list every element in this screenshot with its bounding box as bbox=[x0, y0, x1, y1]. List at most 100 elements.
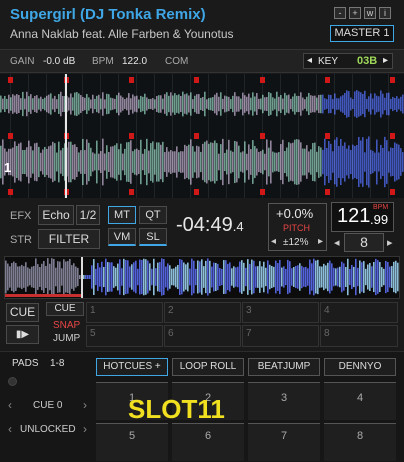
waveform-bar bbox=[288, 94, 290, 114]
beat-grid-line bbox=[136, 74, 137, 198]
transport-pad-6[interactable]: 6 bbox=[164, 325, 241, 347]
key-selector[interactable] bbox=[303, 53, 393, 69]
loop-next-arrow-icon[interactable]: ▸ bbox=[387, 236, 393, 249]
cue-next-chevron-icon[interactable]: › bbox=[83, 398, 87, 412]
waveform-bar bbox=[36, 142, 38, 182]
transport-pad-4[interactable]: 4 bbox=[320, 302, 398, 323]
cue-button[interactable]: CUE bbox=[6, 303, 39, 322]
gain-value[interactable]: -0.0 dB bbox=[43, 56, 75, 67]
track-overview[interactable] bbox=[4, 256, 400, 299]
overview-bar bbox=[173, 268, 175, 286]
snap-label[interactable]: SNAP bbox=[53, 320, 80, 331]
waveform-bar bbox=[268, 92, 270, 116]
key-next-arrow-icon[interactable]: ▸ bbox=[383, 55, 388, 66]
waveform-bar bbox=[360, 140, 362, 184]
waveform-bar bbox=[132, 151, 134, 173]
tab-loop-roll[interactable]: LOOP ROLL bbox=[172, 358, 244, 376]
hotcue-pad-8[interactable]: 8 bbox=[324, 423, 396, 461]
overview-bar bbox=[131, 264, 133, 290]
maximize-button[interactable]: + bbox=[349, 7, 361, 19]
overview-bar bbox=[103, 266, 105, 288]
info-button[interactable]: i bbox=[379, 7, 391, 19]
waveform-bar bbox=[92, 94, 94, 114]
cue-small-button[interactable]: CUE bbox=[46, 302, 84, 316]
waveform-bar bbox=[392, 148, 394, 176]
bpm-display-fraction: .99 bbox=[370, 212, 389, 227]
overview-bar bbox=[163, 259, 165, 295]
overview-bar bbox=[181, 259, 183, 295]
waveform-bar bbox=[2, 98, 4, 110]
overview-bar bbox=[175, 266, 177, 288]
overview-bar bbox=[149, 263, 151, 291]
loop-size[interactable]: 8 bbox=[344, 233, 384, 252]
waveform-bar bbox=[278, 96, 280, 112]
waveform-bar bbox=[146, 138, 148, 186]
hotcue-pad-5[interactable]: 5 bbox=[96, 423, 168, 461]
waveform-bar bbox=[232, 151, 234, 173]
waveform-bar bbox=[44, 146, 46, 178]
pitch-range[interactable]: ±12% bbox=[283, 237, 309, 248]
waveform-bar bbox=[112, 146, 114, 178]
overview-bar bbox=[395, 260, 397, 294]
waveform-bar bbox=[164, 94, 166, 114]
overview-bar bbox=[303, 267, 305, 287]
overview-bar bbox=[359, 260, 361, 294]
waveform-bar bbox=[130, 98, 132, 110]
cue-prev-chevron-icon[interactable]: ‹ bbox=[8, 398, 12, 412]
tab-beatjump[interactable]: BEATJUMP bbox=[248, 358, 320, 376]
overview-bar bbox=[111, 262, 113, 292]
overview-bar bbox=[71, 265, 73, 289]
hotcue-pad-7[interactable]: 7 bbox=[248, 423, 320, 461]
jump-label[interactable]: JUMP bbox=[53, 333, 80, 344]
overview-bar bbox=[191, 258, 193, 296]
hotcue-pad-6[interactable]: 6 bbox=[172, 423, 244, 461]
unlocked-prev-chevron-icon[interactable]: ‹ bbox=[8, 422, 12, 436]
hotcue-pad-4[interactable]: 4 bbox=[324, 382, 396, 420]
overview-bar bbox=[255, 266, 257, 288]
waveform-bar bbox=[102, 92, 104, 116]
overview-bar bbox=[69, 258, 71, 296]
scrolling-waveform[interactable] bbox=[0, 74, 404, 198]
unlocked-label[interactable]: UNLOCKED bbox=[20, 424, 76, 435]
overview-bar bbox=[341, 261, 343, 293]
minimize-button[interactable]: - bbox=[334, 7, 346, 19]
playhead bbox=[65, 74, 67, 198]
transport-pad-3[interactable]: 3 bbox=[242, 302, 319, 323]
key-prev-arrow-icon[interactable]: ◂ bbox=[307, 55, 312, 66]
pitch-down-arrow-icon[interactable]: ◂ bbox=[271, 236, 276, 247]
pitch-label: PITCH bbox=[283, 223, 310, 233]
transport-pad-1[interactable]: 1 bbox=[86, 302, 163, 323]
beat-marker bbox=[325, 189, 330, 195]
master-button[interactable]: MASTER 1 bbox=[330, 25, 394, 42]
overview-bar bbox=[203, 266, 205, 288]
effect-select-button[interactable]: Echo bbox=[38, 205, 74, 225]
vinyl-mode-button[interactable]: VM bbox=[108, 228, 136, 246]
effect-beats-button[interactable]: 1/2 bbox=[76, 205, 100, 225]
cue-selector-value[interactable]: CUE 0 bbox=[33, 400, 62, 411]
overview-bar bbox=[29, 268, 31, 286]
loop-prev-arrow-icon[interactable]: ◂ bbox=[334, 236, 340, 249]
transport-pad-2[interactable]: 2 bbox=[164, 302, 241, 323]
overview-bar bbox=[107, 262, 109, 292]
waveform-toggle-button[interactable]: w bbox=[364, 7, 376, 19]
waveform-bar bbox=[356, 144, 358, 180]
quantize-button[interactable]: QT bbox=[139, 206, 167, 224]
play-pause-button[interactable]: ▮▶ bbox=[6, 325, 39, 344]
hotcue-pad-3[interactable]: 3 bbox=[248, 382, 320, 420]
unlocked-next-chevron-icon[interactable]: › bbox=[83, 422, 87, 436]
pitch-up-arrow-icon[interactable]: ▸ bbox=[318, 236, 323, 247]
transport-pad-8[interactable]: 8 bbox=[320, 325, 398, 347]
waveform-bar bbox=[182, 151, 184, 173]
master-tempo-button[interactable]: MT bbox=[108, 206, 136, 224]
waveform-bar bbox=[256, 93, 258, 115]
tab-hotcues[interactable]: HOTCUES + bbox=[96, 358, 168, 376]
slip-button[interactable]: SL bbox=[139, 228, 167, 246]
waveform-bar bbox=[70, 141, 72, 183]
com-label[interactable]: COM bbox=[165, 56, 188, 67]
overview-bar bbox=[11, 263, 13, 291]
tab-dennyo[interactable]: DENNYO bbox=[324, 358, 396, 376]
transport-pad-5[interactable]: 5 bbox=[86, 325, 163, 347]
transport-pad-7[interactable]: 7 bbox=[242, 325, 319, 347]
pads-range[interactable]: 1-8 bbox=[50, 358, 64, 369]
filter-button[interactable]: FILTER bbox=[38, 229, 100, 249]
